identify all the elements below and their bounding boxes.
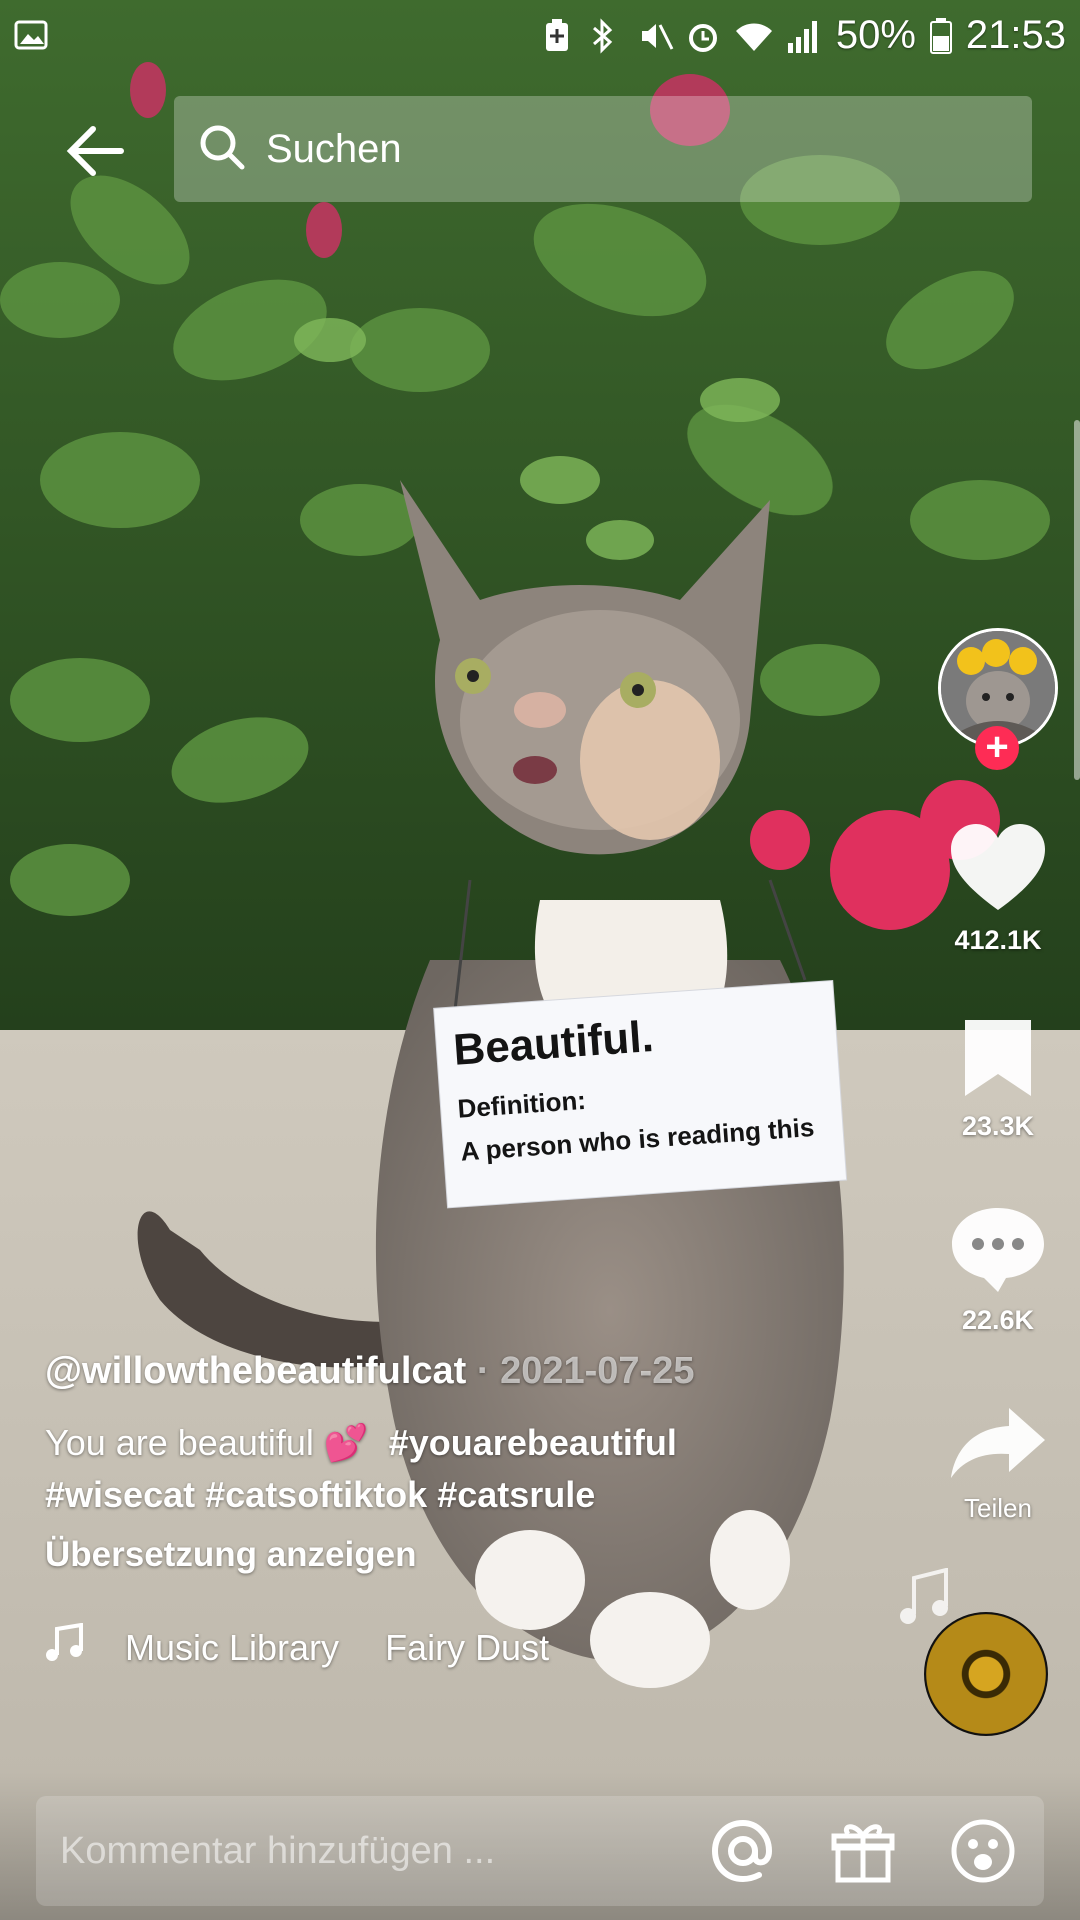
emoji-icon[interactable] (948, 1816, 1018, 1886)
alarm-icon (686, 18, 720, 52)
like-button[interactable]: 412.1K (920, 824, 1076, 956)
battery-percent: 50% (835, 12, 916, 57)
translate-button[interactable]: Übersetzung anzeigen (45, 1535, 805, 1575)
search-icon (198, 123, 246, 176)
sign-title: Beautiful. (451, 1011, 656, 1075)
mention-icon[interactable] (708, 1816, 778, 1886)
comment-button[interactable]: 22.6K (920, 1204, 1076, 1336)
author-line: @willowthebeautifulcat · 2021-07-25 (45, 1350, 805, 1393)
status-icons: 50% 21:53 (542, 13, 1066, 58)
back-button[interactable] (60, 118, 130, 188)
comment-input[interactable]: Kommentar hinzufügen ... (36, 1796, 1044, 1906)
music-source: Music Library (125, 1626, 340, 1668)
two-hearts-emoji: 💕 (323, 1422, 369, 1463)
status-bar: 50% 21:53 (0, 0, 1080, 70)
music-note-icon (45, 1622, 85, 1672)
bookmark-button[interactable]: 23.3K (920, 1016, 1076, 1142)
hashtag-link[interactable]: #wisecat (45, 1474, 195, 1515)
hashtag-link[interactable]: #catsoftiktok (205, 1474, 427, 1515)
image-icon (14, 18, 48, 52)
caption-body: You are beautiful (45, 1422, 314, 1463)
arrow-left-icon (65, 125, 125, 182)
battery-saver-icon (542, 18, 576, 52)
bookmark-count: 23.3K (961, 1111, 1035, 1141)
share-label: Teilen (964, 1493, 1032, 1523)
comment-icon (950, 1208, 1046, 1298)
scroll-indicator (1074, 420, 1080, 780)
gift-icon[interactable] (828, 1816, 898, 1886)
caption-text: You are beautiful 💕 #youarebeautiful #wi… (45, 1417, 805, 1521)
comment-placeholder: Kommentar hinzufügen ... (60, 1829, 496, 1872)
comment-actions (708, 1816, 1044, 1886)
hashtag-link[interactable]: #youarebeautiful (389, 1422, 677, 1463)
battery-icon (929, 18, 952, 54)
heart-icon (949, 824, 1047, 918)
bookmark-icon (961, 1020, 1035, 1104)
post-date: 2021-07-25 (500, 1350, 695, 1392)
share-button[interactable]: Teilen (920, 1406, 1076, 1524)
follow-plus-button[interactable]: + (975, 726, 1019, 770)
separator: · (476, 1350, 490, 1392)
hashtag-link[interactable]: #catsrule (437, 1474, 595, 1515)
mute-icon (638, 18, 674, 52)
music-disc-button[interactable] (924, 1612, 1048, 1736)
comment-count: 22.6K (961, 1305, 1035, 1335)
bluetooth-icon (590, 18, 624, 54)
search-input[interactable]: Suchen (174, 96, 1032, 202)
username-link[interactable]: @willowthebeautifulcat (45, 1350, 466, 1392)
video-caption: @willowthebeautifulcat · 2021-07-25 You … (45, 1350, 805, 1672)
music-info[interactable]: Music Library Fairy Dust (45, 1622, 805, 1672)
music-note-icon (898, 1567, 950, 1628)
signal-icon (787, 18, 822, 53)
sign-text: Beautiful. Definition: A person who is r… (450, 972, 861, 1167)
share-arrow-icon (949, 1408, 1047, 1484)
status-time: 21:53 (965, 12, 1066, 57)
creator-avatar-button[interactable]: + (938, 628, 1058, 770)
like-count: 412.1K (954, 925, 1042, 955)
search-placeholder: Suchen (266, 126, 402, 171)
music-title: Fairy Dust (385, 1626, 550, 1668)
wifi-icon (734, 18, 774, 52)
